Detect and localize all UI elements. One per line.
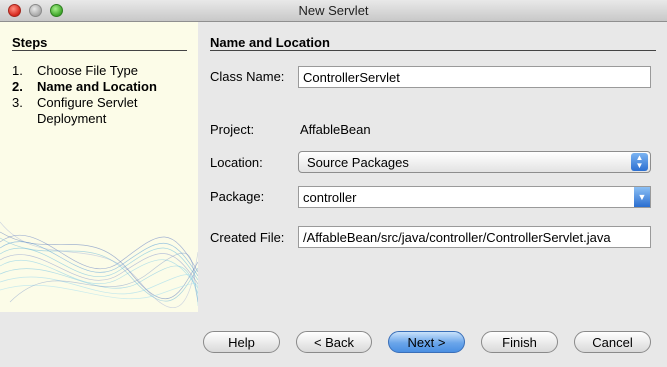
- created-file-label: Created File:: [210, 230, 285, 245]
- location-value: Source Packages: [307, 155, 409, 170]
- step-label: Configure Servlet: [37, 95, 138, 110]
- steps-title: Steps: [12, 35, 48, 50]
- steps-divider: [12, 50, 187, 51]
- class-name-label: Class Name:: [210, 69, 285, 84]
- step-number: 3.: [12, 95, 23, 110]
- title-bar: New Servlet: [0, 0, 667, 22]
- up-down-arrows-icon: ▲ ▼: [631, 153, 648, 171]
- next-button[interactable]: Next >: [388, 331, 465, 353]
- new-servlet-dialog: New Servlet Steps 1. Choose File Type 2. N…: [0, 0, 667, 367]
- step-number: 2.: [12, 79, 23, 94]
- project-value: AffableBean: [300, 122, 371, 137]
- location-dropdown[interactable]: Source Packages ▲ ▼: [298, 151, 651, 173]
- class-name-field[interactable]: [298, 66, 651, 88]
- chevron-down-icon[interactable]: ▼: [634, 187, 650, 207]
- step-item-choose-file-type: 1. Choose File Type: [12, 63, 138, 79]
- steps-panel: Steps 1. Choose File Type 2. Name and Loca…: [0, 22, 198, 312]
- step-label: Deployment: [37, 111, 107, 126]
- step-item-configure-servlet: 3. Configure Servlet: [12, 95, 137, 111]
- back-button[interactable]: < Back: [296, 331, 372, 353]
- step-label: Choose File Type: [37, 63, 138, 78]
- cancel-button[interactable]: Cancel: [574, 331, 651, 353]
- section-divider: [210, 50, 656, 51]
- window-title: New Servlet: [298, 3, 369, 18]
- wave-decoration-image: [0, 221, 198, 308]
- step-item-deployment: Deployment: [12, 111, 106, 127]
- package-label: Package:: [210, 189, 265, 204]
- step-number: 1.: [12, 63, 23, 78]
- created-file-field[interactable]: [298, 226, 651, 248]
- form-panel: Name and Location Class Name: Project: A…: [198, 22, 667, 312]
- step-item-name-and-location: 2. Name and Location: [12, 79, 157, 95]
- step-label: Name and Location: [37, 79, 157, 94]
- project-label: Project:: [210, 122, 255, 137]
- section-title: Name and Location: [210, 35, 330, 50]
- location-label: Location:: [210, 155, 263, 170]
- package-combobox[interactable]: controller ▼: [298, 186, 651, 208]
- package-value: controller: [303, 190, 357, 205]
- help-button[interactable]: Help: [203, 331, 280, 353]
- finish-button[interactable]: Finish: [481, 331, 558, 353]
